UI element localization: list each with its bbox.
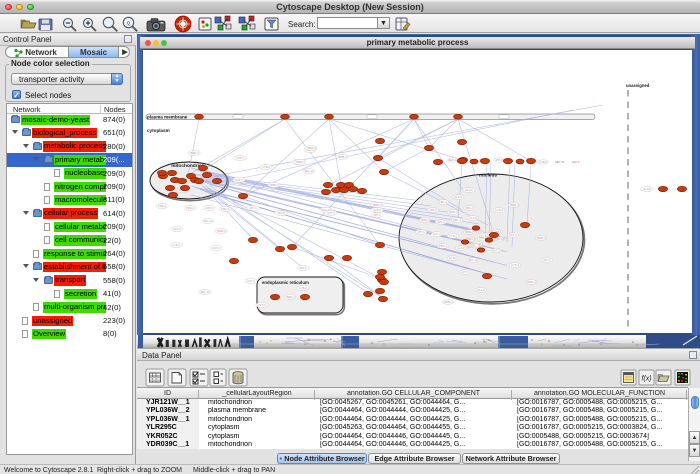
svg-text:CYB-2: CYB-2 xyxy=(449,234,457,238)
svg-text:PMA-1: PMA-1 xyxy=(221,207,229,211)
svg-text:YBR0-4: YBR0-4 xyxy=(526,280,536,284)
svg-text:CYB-2: CYB-2 xyxy=(539,160,547,164)
svg-text:cytoplasm: cytoplasm xyxy=(147,128,170,133)
svg-text:YBR0-4: YBR0-4 xyxy=(285,295,295,299)
svg-text:SEC-12: SEC-12 xyxy=(203,219,213,223)
svg-text:YBR0-4: YBR0-4 xyxy=(420,218,430,222)
svg-text:Q: Q xyxy=(127,21,131,26)
svg-text:HXT-3: HXT-3 xyxy=(236,156,244,160)
svg-text:CYB-2: CYB-2 xyxy=(299,286,307,290)
svg-text:ATP-6: ATP-6 xyxy=(429,208,437,212)
svg-text:PMA-1: PMA-1 xyxy=(439,200,447,204)
svg-text:SEC-12: SEC-12 xyxy=(304,169,314,173)
svg-text:YBR0-4: YBR0-4 xyxy=(464,230,474,234)
svg-text:unassigned: unassigned xyxy=(626,83,650,88)
svg-text:YBR0-4: YBR0-4 xyxy=(337,155,347,159)
svg-text:ATP-6: ATP-6 xyxy=(437,220,445,224)
svg-text:GLK-8: GLK-8 xyxy=(465,188,473,192)
svg-text:ATP-6: ATP-6 xyxy=(299,266,307,270)
svg-text:PMA-1: PMA-1 xyxy=(186,206,194,210)
svg-text:nucleus: nucleus xyxy=(479,173,497,179)
svg-text:HXT-3: HXT-3 xyxy=(492,248,500,252)
svg-text:f(x): f(x) xyxy=(641,376,651,383)
svg-text:HXT-3: HXT-3 xyxy=(247,279,255,283)
svg-text:GLK-2: GLK-2 xyxy=(572,160,580,164)
svg-text:PMA-1: PMA-1 xyxy=(158,204,166,208)
svg-text:HXT-3: HXT-3 xyxy=(461,270,469,274)
svg-text:GLK-8: GLK-8 xyxy=(454,195,462,199)
svg-text:ATP-6: ATP-6 xyxy=(277,211,285,215)
svg-text:CYB-2: CYB-2 xyxy=(172,243,180,247)
svg-text:ATP-6: ATP-6 xyxy=(373,213,381,217)
svg-text:GLK-8: GLK-8 xyxy=(477,288,485,292)
svg-text:YBR0-4: YBR0-4 xyxy=(443,300,453,304)
svg-text:YBR0-4: YBR0-4 xyxy=(295,160,305,164)
svg-text:YBR0-4: YBR0-4 xyxy=(536,236,546,240)
svg-text:SEC-12: SEC-12 xyxy=(471,244,481,248)
svg-text:ATP-6: ATP-6 xyxy=(417,230,425,234)
svg-text:HXT-3: HXT-3 xyxy=(327,211,335,215)
svg-text:ATP-6: ATP-6 xyxy=(249,206,257,210)
svg-text:GLK-8: GLK-8 xyxy=(457,246,465,250)
svg-text:HXT-3: HXT-3 xyxy=(205,206,213,210)
svg-text:SEC-T4: SEC-T4 xyxy=(555,160,565,164)
svg-text:HXT-3: HXT-3 xyxy=(433,232,441,236)
svg-text:SEC-12: SEC-12 xyxy=(448,158,458,162)
svg-text:HXT-3: HXT-3 xyxy=(235,178,243,182)
svg-text:GLK-8: GLK-8 xyxy=(643,187,651,191)
svg-text:YBR0-4: YBR0-4 xyxy=(448,210,458,214)
svg-text:HXT-3: HXT-3 xyxy=(258,303,266,307)
svg-text:CYB-2: CYB-2 xyxy=(262,165,270,169)
svg-text:CYB-2: CYB-2 xyxy=(511,263,519,267)
svg-text:PMA-1: PMA-1 xyxy=(465,206,473,210)
svg-text:CYB-2: CYB-2 xyxy=(373,208,381,212)
svg-text:HXT-3: HXT-3 xyxy=(212,246,220,250)
svg-text:YBR0-4: YBR0-4 xyxy=(216,229,226,233)
svg-text:ATP-6: ATP-6 xyxy=(543,258,551,262)
svg-text:HXT-3: HXT-3 xyxy=(509,233,517,237)
svg-text:CYB-2: CYB-2 xyxy=(495,208,503,212)
svg-text:SEC-12: SEC-12 xyxy=(200,290,210,294)
svg-text:YBR0-4: YBR0-4 xyxy=(189,151,199,155)
svg-text:HXT-3: HXT-3 xyxy=(173,227,181,231)
svg-text:SEC-12: SEC-12 xyxy=(468,258,478,262)
svg-text:endoplasmic reticulum: endoplasmic reticulum xyxy=(262,280,309,285)
svg-text:YBR0-4: YBR0-4 xyxy=(509,203,519,207)
svg-text:GLK-8: GLK-8 xyxy=(469,216,477,220)
svg-text:PMA-1: PMA-1 xyxy=(439,244,447,248)
svg-text:ATP-6: ATP-6 xyxy=(495,158,503,162)
svg-text:YBR0-4: YBR0-4 xyxy=(306,146,316,150)
svg-text:plasma membrane: plasma membrane xyxy=(147,115,188,120)
svg-text:PMA-1: PMA-1 xyxy=(453,218,461,222)
svg-text:CYB-2: CYB-2 xyxy=(449,256,457,260)
svg-text:YBR0-4: YBR0-4 xyxy=(269,183,279,187)
svg-text:YBR0-4: YBR0-4 xyxy=(372,203,382,207)
svg-text:GLK-8: GLK-8 xyxy=(479,233,487,237)
